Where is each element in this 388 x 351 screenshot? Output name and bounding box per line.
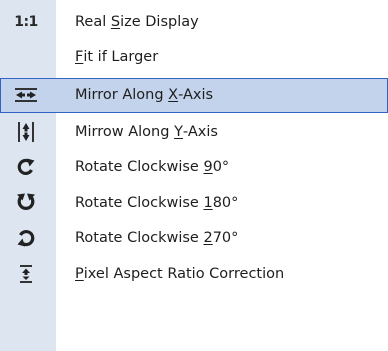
menu-item-label: Real Size Display (75, 13, 199, 30)
menu-item-mirror-x-axis[interactable]: Mirror Along X -Axis (0, 78, 388, 113)
context-menu: 1:1 Real Size Display Fit if Larger Mirr… (0, 0, 388, 351)
menu-item-rotate-90[interactable]: Rotate Clockwise 9 0° (0, 149, 388, 184)
rotate-180-icon (0, 185, 52, 220)
menu-item-label: Mirror Along X -Axis (75, 86, 214, 103)
rotate-270-icon (0, 220, 52, 255)
menu-item-fit-if-larger[interactable]: Fit if Larger (0, 39, 388, 74)
menu-item-label: Rotate Clockwise 2 70° (75, 229, 239, 246)
rotate-90-icon (0, 149, 52, 184)
menu-item-label: Rotate Clockwise 9 0° (75, 158, 230, 175)
menu-item-label: Pixel Aspect Ratio Correction (75, 265, 285, 282)
menu-item-label: Fit if Larger (75, 48, 159, 65)
menu-item-pixel-aspect-ratio-correction[interactable]: Pixel Aspect Ratio Correction (0, 256, 388, 291)
pixel-aspect-icon (0, 256, 52, 291)
menu-item-real-size-display[interactable]: 1:1 Real Size Display (0, 4, 388, 39)
menu-item-mirror-y-axis[interactable]: Mirrow Along Y -Axis (0, 114, 388, 149)
menu-item-rotate-180[interactable]: Rotate Clockwise 1 80° (0, 185, 388, 220)
mirror-x-icon (0, 78, 52, 111)
menu-item-label: Mirrow Along Y -Axis (75, 123, 218, 140)
menu-item-label: Rotate Clockwise 1 80° (75, 194, 239, 211)
mirror-y-icon (0, 114, 52, 149)
one-to-one-icon: 1:1 (14, 13, 38, 30)
menu-item-rotate-270[interactable]: Rotate Clockwise 2 70° (0, 220, 388, 255)
